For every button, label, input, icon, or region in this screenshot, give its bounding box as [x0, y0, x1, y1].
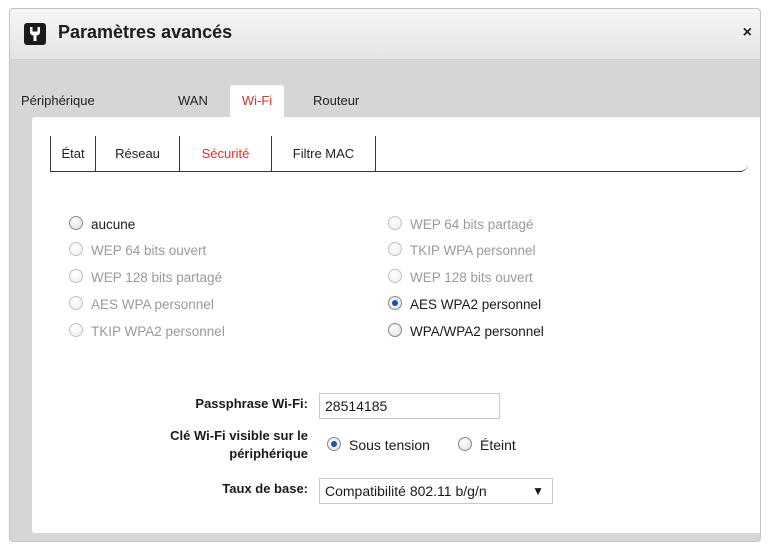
option-label: aucune — [91, 217, 136, 232]
tab-wan[interactable]: WAN — [178, 91, 208, 117]
wrench-icon — [24, 23, 46, 45]
radio-button — [69, 242, 83, 256]
dialog-titlebar: Paramètres avancés × — [10, 9, 760, 60]
passphrase-input[interactable]: 28514185 — [319, 393, 500, 419]
passphrase-label: Passphrase Wi-Fi: — [195, 396, 308, 411]
option-label: TKIP WPA2 personnel — [91, 324, 225, 339]
radio-button-selected[interactable] — [327, 437, 341, 451]
tab-routeur[interactable]: Routeur — [313, 91, 359, 117]
subtab-etat[interactable]: État — [50, 136, 96, 171]
close-icon[interactable]: × — [743, 23, 752, 43]
option-label: Sous tension — [349, 437, 430, 453]
tab-peripherique[interactable]: Périphérique — [21, 91, 95, 117]
radio-button[interactable] — [458, 437, 472, 451]
subtab-securite[interactable]: Sécurité — [180, 136, 272, 171]
subtab-filtre-mac[interactable]: Filtre MAC — [272, 136, 376, 171]
option-label: TKIP WPA personnel — [410, 243, 536, 258]
advanced-settings-dialog: Paramètres avancés × Périphérique WAN Wi… — [9, 8, 761, 542]
option-label: AES WPA2 personnel — [410, 297, 542, 312]
option-label: WEP 64 bits partagé — [410, 217, 534, 232]
radio-button — [388, 269, 402, 283]
visible-key-label-line1: Clé Wi-Fi visible sur le — [170, 428, 308, 443]
dropdown-arrow-icon: ▼ — [532, 484, 544, 498]
visible-key-label-line2: périphérique — [229, 446, 308, 461]
radio-button — [69, 323, 83, 337]
subtab-reseau[interactable]: Réseau — [96, 136, 180, 171]
radio-button — [69, 269, 83, 283]
base-rate-label: Taux de base: — [222, 481, 308, 496]
dialog-title: Paramètres avancés — [58, 22, 233, 42]
tab-wifi[interactable]: Wi-Fi — [230, 85, 284, 117]
base-rate-select[interactable]: Compatibilité 802.11 b/g/n ▼ — [319, 478, 553, 504]
radio-button[interactable] — [69, 216, 83, 230]
option-label: WEP 64 bits ouvert — [91, 243, 207, 258]
base-rate-value: Compatibilité 802.11 b/g/n — [325, 483, 487, 499]
radio-button-selected[interactable] — [388, 296, 402, 310]
main-tabs: Périphérique WAN Wi-Fi Routeur — [10, 85, 760, 117]
radio-button — [388, 216, 402, 230]
option-label: Éteint — [480, 437, 516, 453]
option-label: WEP 128 bits partagé — [91, 270, 223, 285]
radio-button — [388, 242, 402, 256]
option-label: WEP 128 bits ouvert — [410, 270, 533, 285]
wifi-panel: État Réseau Sécurité Filtre MAC aucune W… — [32, 117, 760, 533]
option-label: WPA/WPA2 personnel — [410, 324, 544, 339]
sub-tabs: État Réseau Sécurité Filtre MAC — [50, 136, 748, 172]
option-label: AES WPA personnel — [91, 297, 214, 312]
radio-button[interactable] — [388, 323, 402, 337]
radio-button — [69, 296, 83, 310]
